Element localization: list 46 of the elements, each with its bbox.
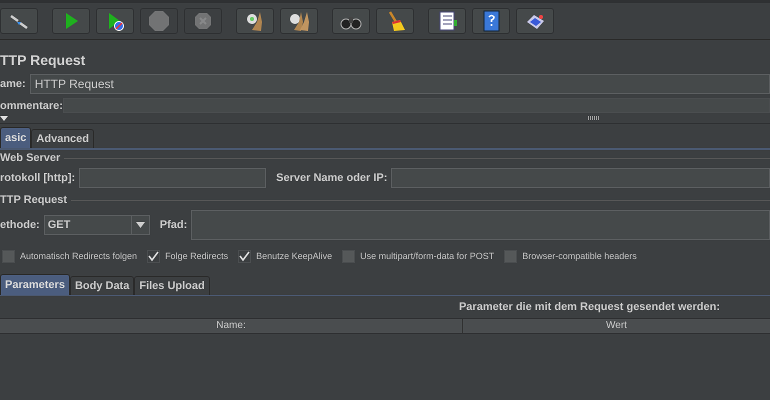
checkbox[interactable] <box>238 250 252 262</box>
checkbox-label: Folge Redirects <box>165 251 228 261</box>
checkbox[interactable] <box>2 250 15 262</box>
toolbar-button[interactable] <box>376 8 414 34</box>
column-header: Name: <box>0 319 463 333</box>
panel-title: TTP Request <box>0 51 86 70</box>
checkbox-label: Benutze KeepAlive <box>256 251 332 261</box>
collapse-icon[interactable] <box>0 116 8 120</box>
comment-label: ommentare: <box>0 100 63 112</box>
tab[interactable]: Parameters <box>0 274 70 295</box>
toolbar-button[interactable] <box>280 8 318 34</box>
checkbox-label: Browser-compatible headers <box>522 251 637 261</box>
tab[interactable]: Files Upload <box>134 276 210 295</box>
checkbox[interactable] <box>342 250 356 262</box>
name-field[interactable]: HTTP Request <box>30 74 770 94</box>
section-title: TTP Request <box>0 194 68 206</box>
name-label: ame: <box>0 78 26 90</box>
stop-icon <box>192 10 214 32</box>
toolbar-button[interactable] <box>96 8 134 34</box>
tab[interactable]: Body Data <box>70 276 134 295</box>
toolbar-button[interactable] <box>472 8 510 34</box>
tab[interactable]: Advanced <box>31 129 94 148</box>
toolbar-button[interactable] <box>236 8 274 34</box>
table-caption: Parameter die mit dem Request gesendet werden: <box>458 300 721 315</box>
protocol-label: rotokoll [http]: <box>0 172 76 184</box>
splitter-grip[interactable] <box>588 116 600 120</box>
server-field[interactable] <box>391 168 770 188</box>
section-title: Web Server <box>0 152 60 164</box>
method-label: ethode: <box>0 219 40 231</box>
stop-icon <box>148 10 170 32</box>
toolbar-button[interactable] <box>332 8 370 34</box>
path-label: Pfad: <box>160 219 188 231</box>
method-dropdown[interactable]: GET <box>44 215 150 235</box>
toolbar-button[interactable] <box>428 8 466 34</box>
checkbox-label: Use multipart/form-data for POST <box>360 251 494 261</box>
tab[interactable]: asic <box>0 127 32 148</box>
toolbar-button[interactable] <box>516 8 554 34</box>
protocol-field[interactable] <box>79 168 266 188</box>
dropdown-arrow-icon <box>136 222 145 228</box>
checkbox-label: Automatisch Redirects folgen <box>20 251 138 261</box>
checkbox[interactable] <box>504 250 518 262</box>
path-field[interactable] <box>191 210 770 240</box>
toolbar-button[interactable] <box>0 8 38 34</box>
column-header: Wert <box>605 319 628 333</box>
server-label: Server Name oder IP: <box>276 172 388 184</box>
checkbox[interactable] <box>147 250 160 262</box>
